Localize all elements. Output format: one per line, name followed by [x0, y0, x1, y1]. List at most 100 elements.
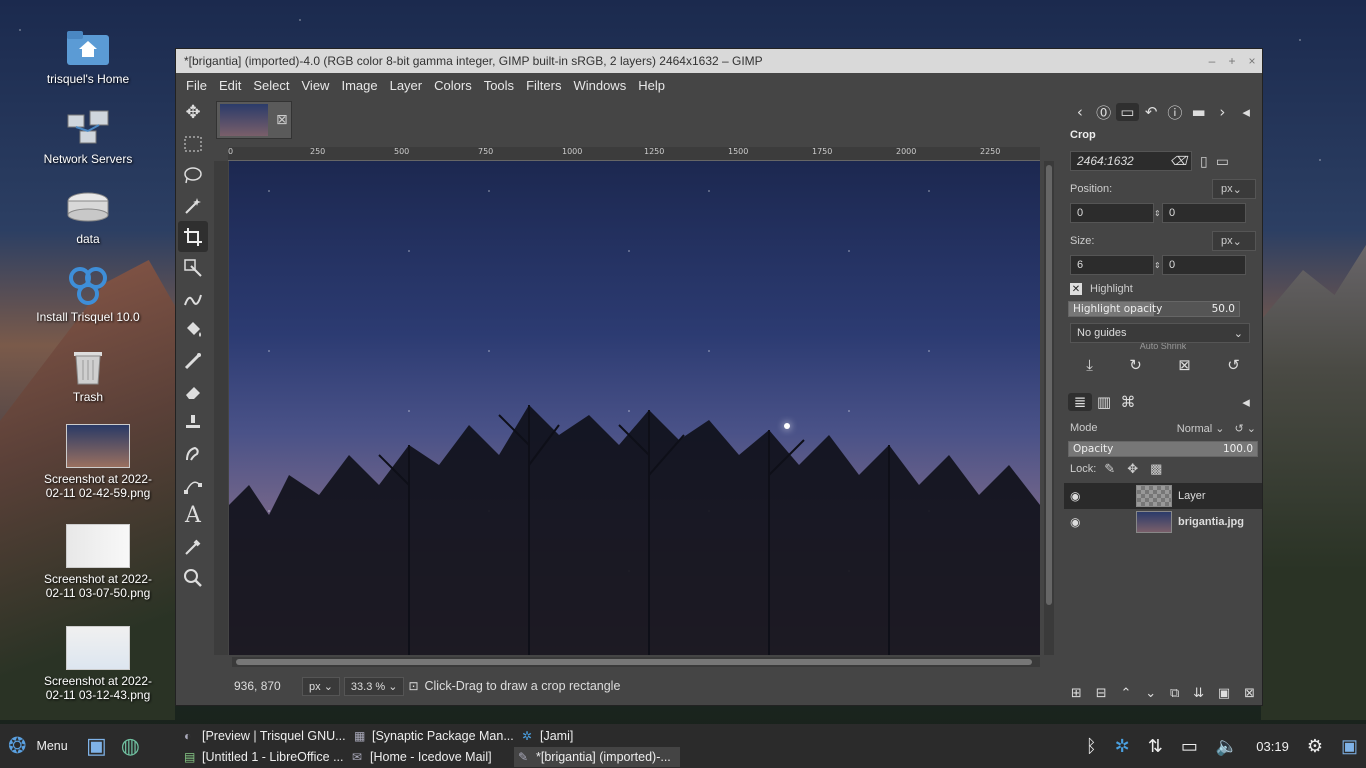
maximize-button[interactable]: +	[1222, 54, 1242, 68]
paintbrush-tool-icon[interactable]	[178, 345, 208, 376]
reset-icon[interactable]: ↺	[1227, 356, 1240, 374]
lower-layer-icon[interactable]: ⌄	[1145, 686, 1156, 701]
menu-select[interactable]: Select	[247, 78, 295, 93]
guides-select[interactable]: No guides ⌄	[1070, 323, 1250, 343]
unit-select[interactable]: px ⌄	[302, 676, 340, 696]
clock[interactable]: 03:19	[1256, 739, 1289, 754]
restore-preset-icon[interactable]: ↻	[1129, 356, 1142, 374]
vertical-scrollbar[interactable]	[1044, 161, 1054, 655]
window-titlebar[interactable]: *[brigantia] (imported)-4.0 (RGB color 8…	[176, 49, 1262, 73]
visibility-eye-icon[interactable]: ◉	[1070, 515, 1090, 529]
desktop-icon-screenshot-1[interactable]: Screenshot at 2022-02-11 02-42-59.png	[38, 424, 158, 500]
spin-icon[interactable]: ⇕	[1154, 209, 1161, 218]
layer-opacity-slider[interactable]: Opacity 100.0	[1068, 441, 1258, 457]
menu-help[interactable]: Help	[632, 78, 671, 93]
lock-pixels-icon[interactable]: ✎	[1104, 461, 1115, 477]
channels-tab-icon[interactable]: ▥	[1092, 393, 1116, 411]
size-unit-select[interactable]: px ⌄	[1212, 231, 1256, 251]
desktop-icon-network[interactable]: Network Servers	[28, 108, 148, 166]
merge-layer-icon[interactable]: ⇊	[1193, 686, 1204, 701]
raise-layer-icon[interactable]: ⌃	[1120, 686, 1131, 701]
dock-scroll-left-icon[interactable]: ‹	[1068, 103, 1092, 121]
menu-image[interactable]: Image	[335, 78, 383, 93]
lock-position-icon[interactable]: ✥	[1127, 461, 1138, 477]
scrollbar-thumb[interactable]	[236, 659, 1032, 665]
menu-colors[interactable]: Colors	[428, 78, 478, 93]
bluetooth-icon[interactable]: ᛒ	[1086, 736, 1097, 757]
task-gimp[interactable]: ✎ *[brigantia] (imported)-...	[514, 747, 680, 767]
desktop-icon-trash[interactable]: Trash	[28, 346, 148, 404]
dock-menu-icon[interactable]: ◂	[1234, 103, 1258, 121]
mode-reset-icon[interactable]: ↺ ⌄	[1235, 422, 1257, 435]
menu-edit[interactable]: Edit	[213, 78, 247, 93]
menu-tools[interactable]: Tools	[478, 78, 520, 93]
position-y-input[interactable]: 0	[1162, 203, 1246, 223]
mode-select[interactable]: Normal ⌄	[1177, 422, 1225, 435]
lasso-tool-icon[interactable]	[178, 159, 208, 190]
new-layer-group-icon[interactable]: ⊟	[1096, 686, 1107, 701]
dock-scroll-right-icon[interactable]: ›	[1211, 103, 1235, 121]
settings-gear-icon[interactable]: ⚙	[1307, 736, 1323, 757]
desktop-icon-install[interactable]: Install Trisquel 10.0	[28, 266, 148, 324]
help-icon[interactable]: ⓪	[1092, 102, 1116, 123]
desktop-icon-screenshot-3[interactable]: Screenshot at 2022-02-11 03-12-43.png	[38, 626, 158, 702]
update-icon[interactable]: ✲	[1115, 736, 1130, 757]
web-browser-icon[interactable]: ◍	[121, 733, 140, 759]
menu-layer[interactable]: Layer	[384, 78, 429, 93]
spin-icon[interactable]: ⇕	[1154, 261, 1161, 270]
scrollbar-thumb[interactable]	[1046, 165, 1052, 605]
landscape-icon[interactable]: ▭	[1216, 153, 1229, 170]
layer-row[interactable]: ◉ brigantia.jpg	[1064, 509, 1262, 535]
paths-tab-icon[interactable]: ⌘	[1116, 393, 1140, 411]
pointer-info-tab-icon[interactable]: ⓘ	[1163, 102, 1187, 123]
vertical-ruler[interactable]	[214, 161, 228, 655]
menu-windows[interactable]: Windows	[567, 78, 632, 93]
paths-tool-icon[interactable]	[178, 469, 208, 500]
mask-icon[interactable]: ▣	[1218, 686, 1230, 701]
menu-file[interactable]: File	[180, 78, 213, 93]
close-tab-icon[interactable]: ⊠	[276, 112, 288, 128]
dock-menu-icon[interactable]: ◂	[1234, 393, 1258, 411]
close-button[interactable]: ×	[1242, 54, 1262, 68]
eraser-tool-icon[interactable]	[178, 376, 208, 407]
task-synaptic[interactable]: ▦ [Synaptic Package Man...	[350, 726, 514, 746]
new-layer-icon[interactable]: ⊞	[1071, 686, 1082, 701]
highlight-opacity-slider[interactable]: Highlight opacity 50.0	[1068, 301, 1240, 317]
color-picker-tool-icon[interactable]	[178, 531, 208, 562]
highlight-checkbox[interactable]: ✕	[1070, 283, 1082, 295]
task-icedove[interactable]: ✉ [Home - Icedove Mail]	[348, 747, 492, 767]
horizontal-scrollbar[interactable]	[232, 657, 1040, 667]
auto-shrink-button[interactable]: Auto Shrink	[1068, 343, 1258, 349]
task-preview[interactable]: ◐ [Preview | Trisquel GNU...	[180, 726, 346, 746]
duplicate-layer-icon[interactable]: ⧉	[1170, 686, 1179, 701]
layers-tab-icon[interactable]: ≣	[1068, 393, 1092, 411]
menu-filters[interactable]: Filters	[520, 78, 567, 93]
task-libreoffice[interactable]: ▤ [Untitled 1 - LibreOffice ...	[180, 747, 344, 767]
network-arrows-icon[interactable]: ⇅	[1148, 736, 1163, 757]
bucket-fill-tool-icon[interactable]	[178, 314, 208, 345]
fuzzy-select-tool-icon[interactable]	[178, 190, 208, 221]
clone-tool-icon[interactable]	[178, 407, 208, 438]
gradients-tab-icon[interactable]: ▬	[1187, 103, 1211, 121]
position-x-input[interactable]: 0	[1070, 203, 1154, 223]
undo-history-tab-icon[interactable]: ↶	[1139, 103, 1163, 121]
save-preset-icon[interactable]: ⤓	[1086, 356, 1093, 374]
desktop-icon-screenshot-2[interactable]: Screenshot at 2022-02-11 03-07-50.png	[38, 524, 158, 600]
size-width-input[interactable]: 6	[1070, 255, 1154, 275]
visibility-eye-icon[interactable]: ◉	[1070, 489, 1090, 503]
transform-tool-icon[interactable]	[178, 252, 208, 283]
warp-tool-icon[interactable]	[178, 283, 208, 314]
show-desktop-icon[interactable]: ▣	[1341, 736, 1358, 757]
battery-icon[interactable]: ▭	[1181, 736, 1198, 757]
position-unit-select[interactable]: px ⌄	[1212, 179, 1256, 199]
zoom-select[interactable]: 33.3 % ⌄	[343, 676, 405, 696]
delete-preset-icon[interactable]: ⊠	[1178, 356, 1191, 374]
image-tab[interactable]: ⊠	[216, 101, 292, 139]
smudge-tool-icon[interactable]	[178, 438, 208, 469]
portrait-icon[interactable]: ▯	[1200, 153, 1208, 170]
minimize-button[interactable]: –	[1202, 54, 1222, 68]
rect-select-tool-icon[interactable]	[178, 128, 208, 159]
text-tool-icon[interactable]: A	[178, 500, 208, 531]
clear-icon[interactable]: ⌫	[1170, 154, 1187, 168]
zoom-tool-icon[interactable]	[178, 562, 208, 593]
